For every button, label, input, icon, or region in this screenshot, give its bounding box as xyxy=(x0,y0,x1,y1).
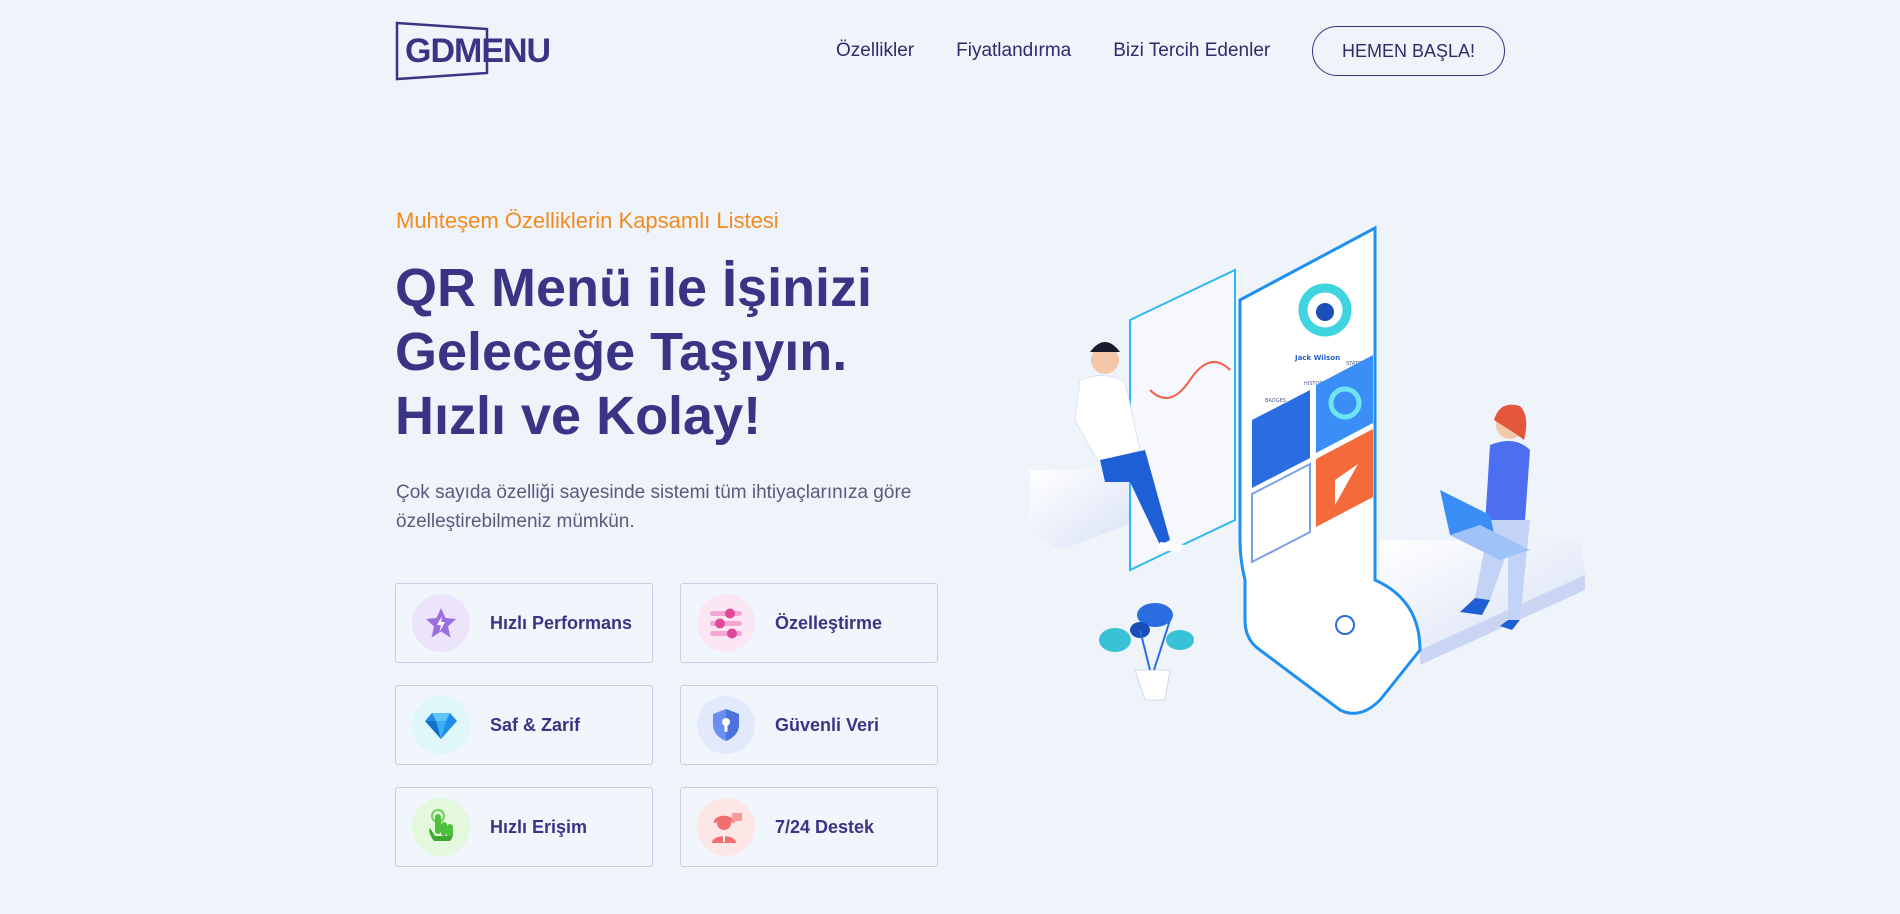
star-bolt-icon xyxy=(412,594,470,652)
feature-label: Hızlı Erişim xyxy=(490,816,588,837)
feature-card-quick-access[interactable]: Hızlı Erişim xyxy=(395,787,653,867)
get-started-button[interactable]: HEMEN BAŞLA! xyxy=(1312,26,1505,76)
headline-line-1: QR Menü ile İşinizi xyxy=(395,258,873,318)
logo-text: GDMENU xyxy=(405,32,551,70)
shield-lock-icon xyxy=(697,696,755,754)
nav-link-fiyatlandirma[interactable]: Fiyatlandırma xyxy=(956,40,1071,62)
feature-card-performance[interactable]: Hızlı Performans xyxy=(395,583,653,663)
hero-description: Çok sayıda özelliği sayesinde sistemi tü… xyxy=(396,482,912,532)
headline-line-3: Hızlı ve Kolay! xyxy=(395,386,762,446)
headline-line-2: Geleceğe Taşıyın. xyxy=(395,322,848,382)
feature-label: Hızlı Performans xyxy=(490,612,633,633)
feature-label: Saf & Zarif xyxy=(490,714,581,735)
nav-link-ozellikler[interactable]: Özellikler xyxy=(836,40,914,62)
feature-card-elegant[interactable]: Saf & Zarif xyxy=(395,685,653,765)
hand-tap-icon xyxy=(412,798,470,856)
diamond-icon xyxy=(412,696,470,754)
feature-label: Özelleştirme xyxy=(775,612,883,633)
support-agent-icon xyxy=(697,798,755,856)
isometric-app-illustration: Jack Wilson BADGES HISTORY STATS xyxy=(1030,225,1585,715)
feature-card-support[interactable]: 7/24 Destek xyxy=(680,787,938,867)
main-nav: Özellikler Fiyatlandırma Bizi Tercih Ede… xyxy=(836,40,1312,62)
sliders-icon xyxy=(697,594,755,652)
nav-link-bizi-tercih-edenler[interactable]: Bizi Tercih Edenler xyxy=(1113,40,1270,62)
hero-eyebrow: Muhteşem Özelliklerin Kapsamlı Listesi xyxy=(396,208,779,233)
hero-illustration: Jack Wilson BADGES HISTORY STATS xyxy=(1020,220,1600,750)
illus-profile-name: Jack Wilson xyxy=(1294,354,1340,362)
hero-headline: QR Menü ile İşinizi Geleceğe Taşıyın. Hı… xyxy=(395,256,955,448)
feature-label: Güvenli Veri xyxy=(775,714,880,735)
illus-tab-badges: BADGES xyxy=(1265,398,1286,404)
logo[interactable]: GDMENU xyxy=(395,21,571,81)
feature-label: 7/24 Destek xyxy=(775,816,875,837)
feature-card-secure-data[interactable]: Güvenli Veri xyxy=(680,685,938,765)
feature-card-customization[interactable]: Özelleştirme xyxy=(680,583,938,663)
